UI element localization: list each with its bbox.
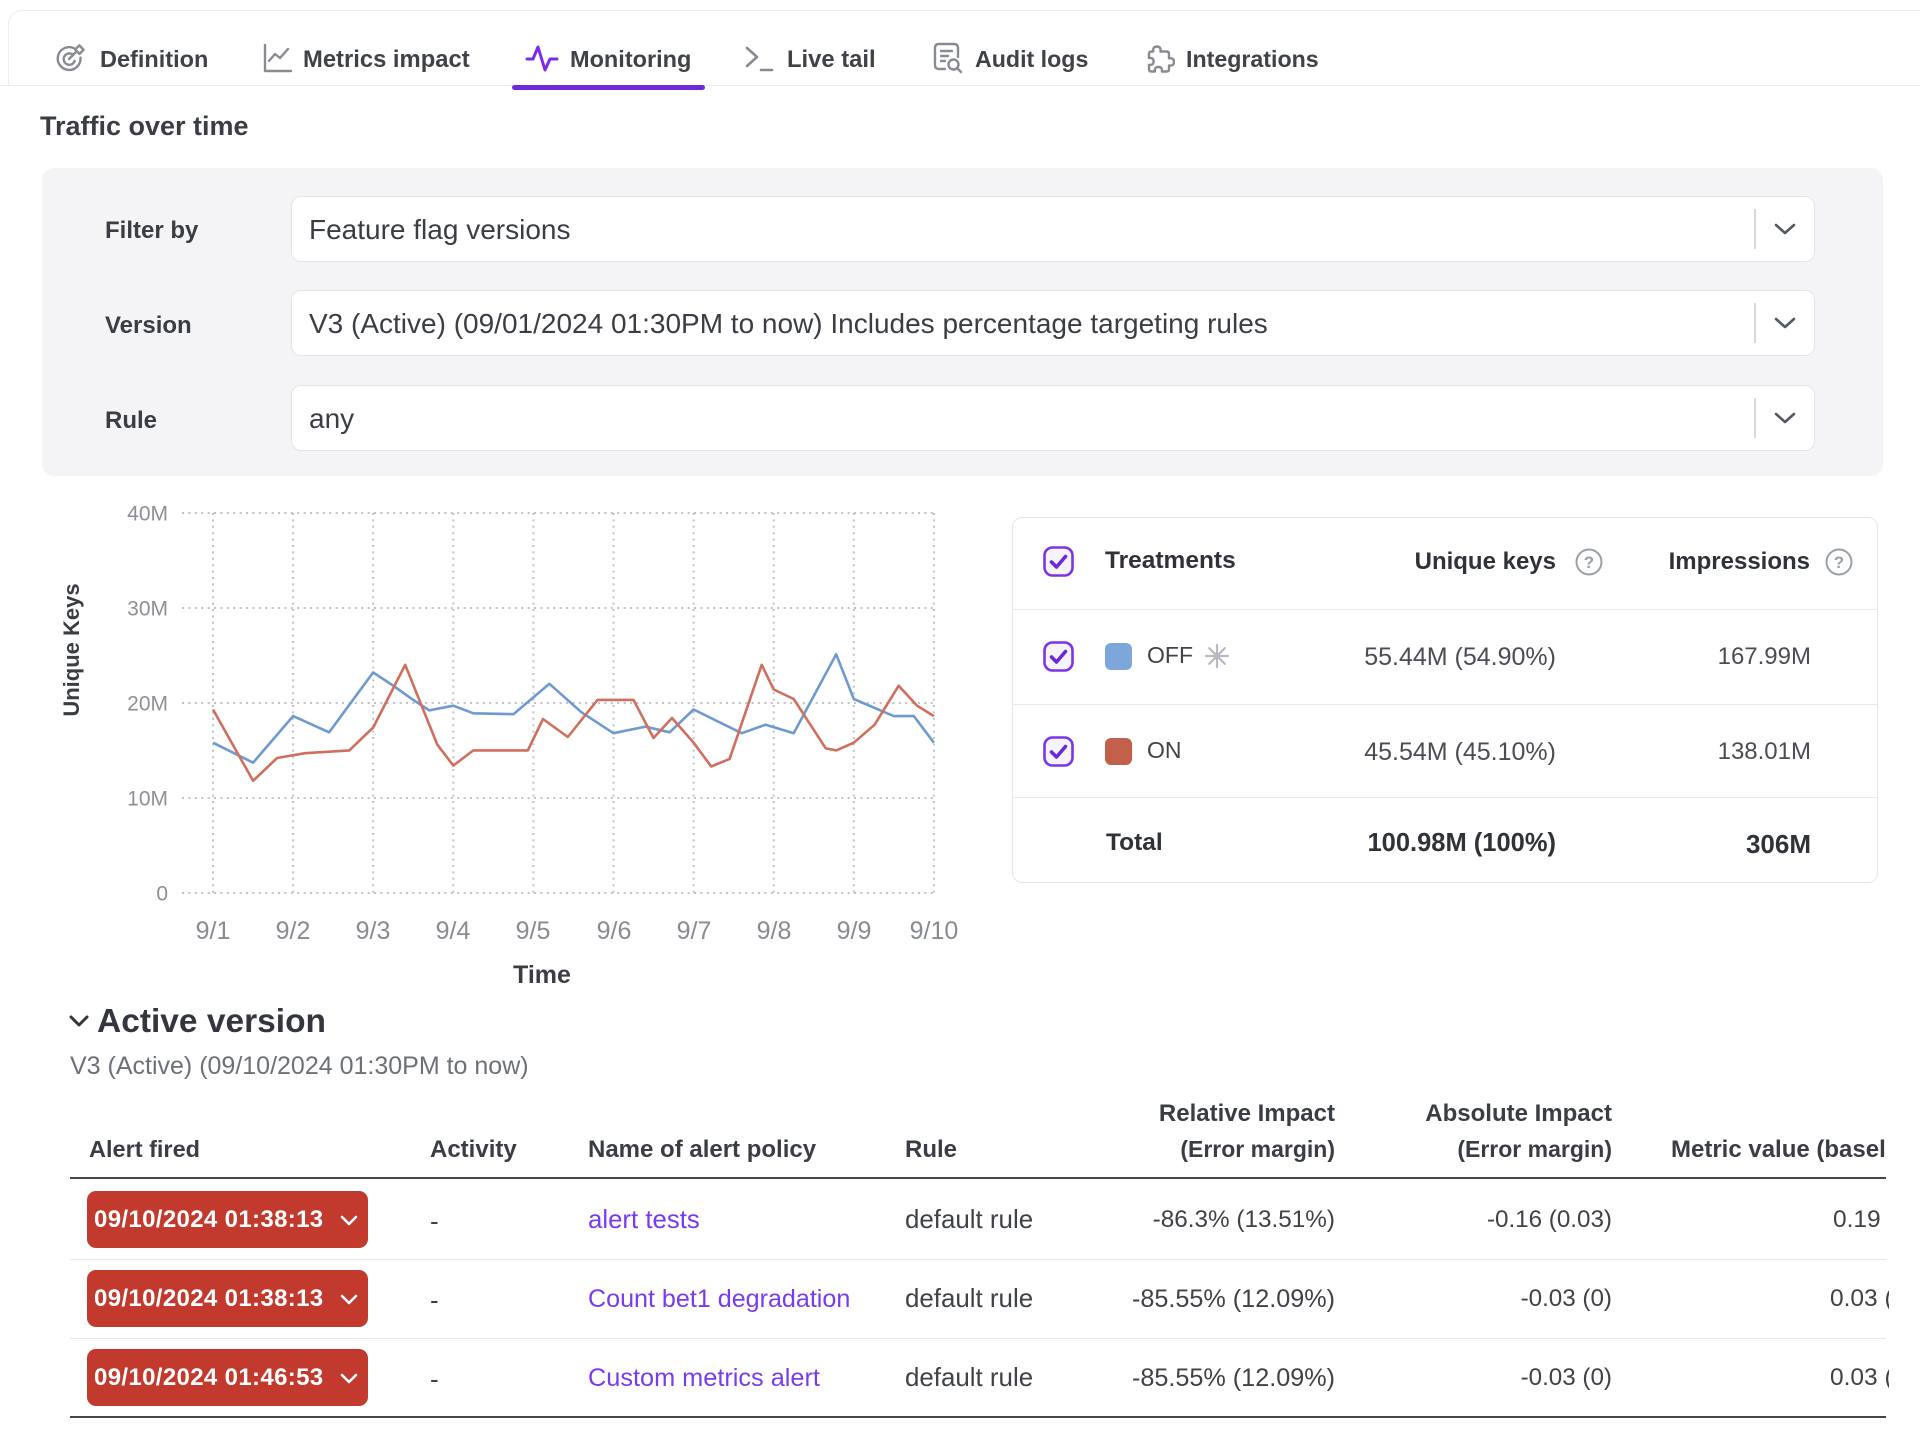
svg-text:Unique Keys: Unique Keys — [59, 583, 84, 716]
svg-text:9/9: 9/9 — [837, 917, 872, 945]
svg-text:9/8: 9/8 — [757, 917, 792, 945]
svg-text:40M: 40M — [127, 503, 168, 526]
svg-text:0: 0 — [156, 883, 168, 906]
svg-text:9/1: 9/1 — [196, 917, 231, 945]
svg-text:9/5: 9/5 — [516, 917, 551, 945]
svg-text:9/4: 9/4 — [436, 917, 471, 945]
svg-text:9/7: 9/7 — [677, 917, 712, 945]
svg-text:10M: 10M — [127, 788, 168, 811]
svg-text:9/6: 9/6 — [597, 917, 632, 945]
svg-text:?: ? — [1834, 553, 1844, 572]
svg-text:Time: Time — [513, 961, 571, 989]
svg-text:9/2: 9/2 — [276, 917, 311, 945]
svg-text:20M: 20M — [127, 693, 168, 716]
svg-text:9/10: 9/10 — [910, 917, 959, 945]
svg-text:9/3: 9/3 — [356, 917, 391, 945]
svg-text:30M: 30M — [127, 598, 168, 621]
